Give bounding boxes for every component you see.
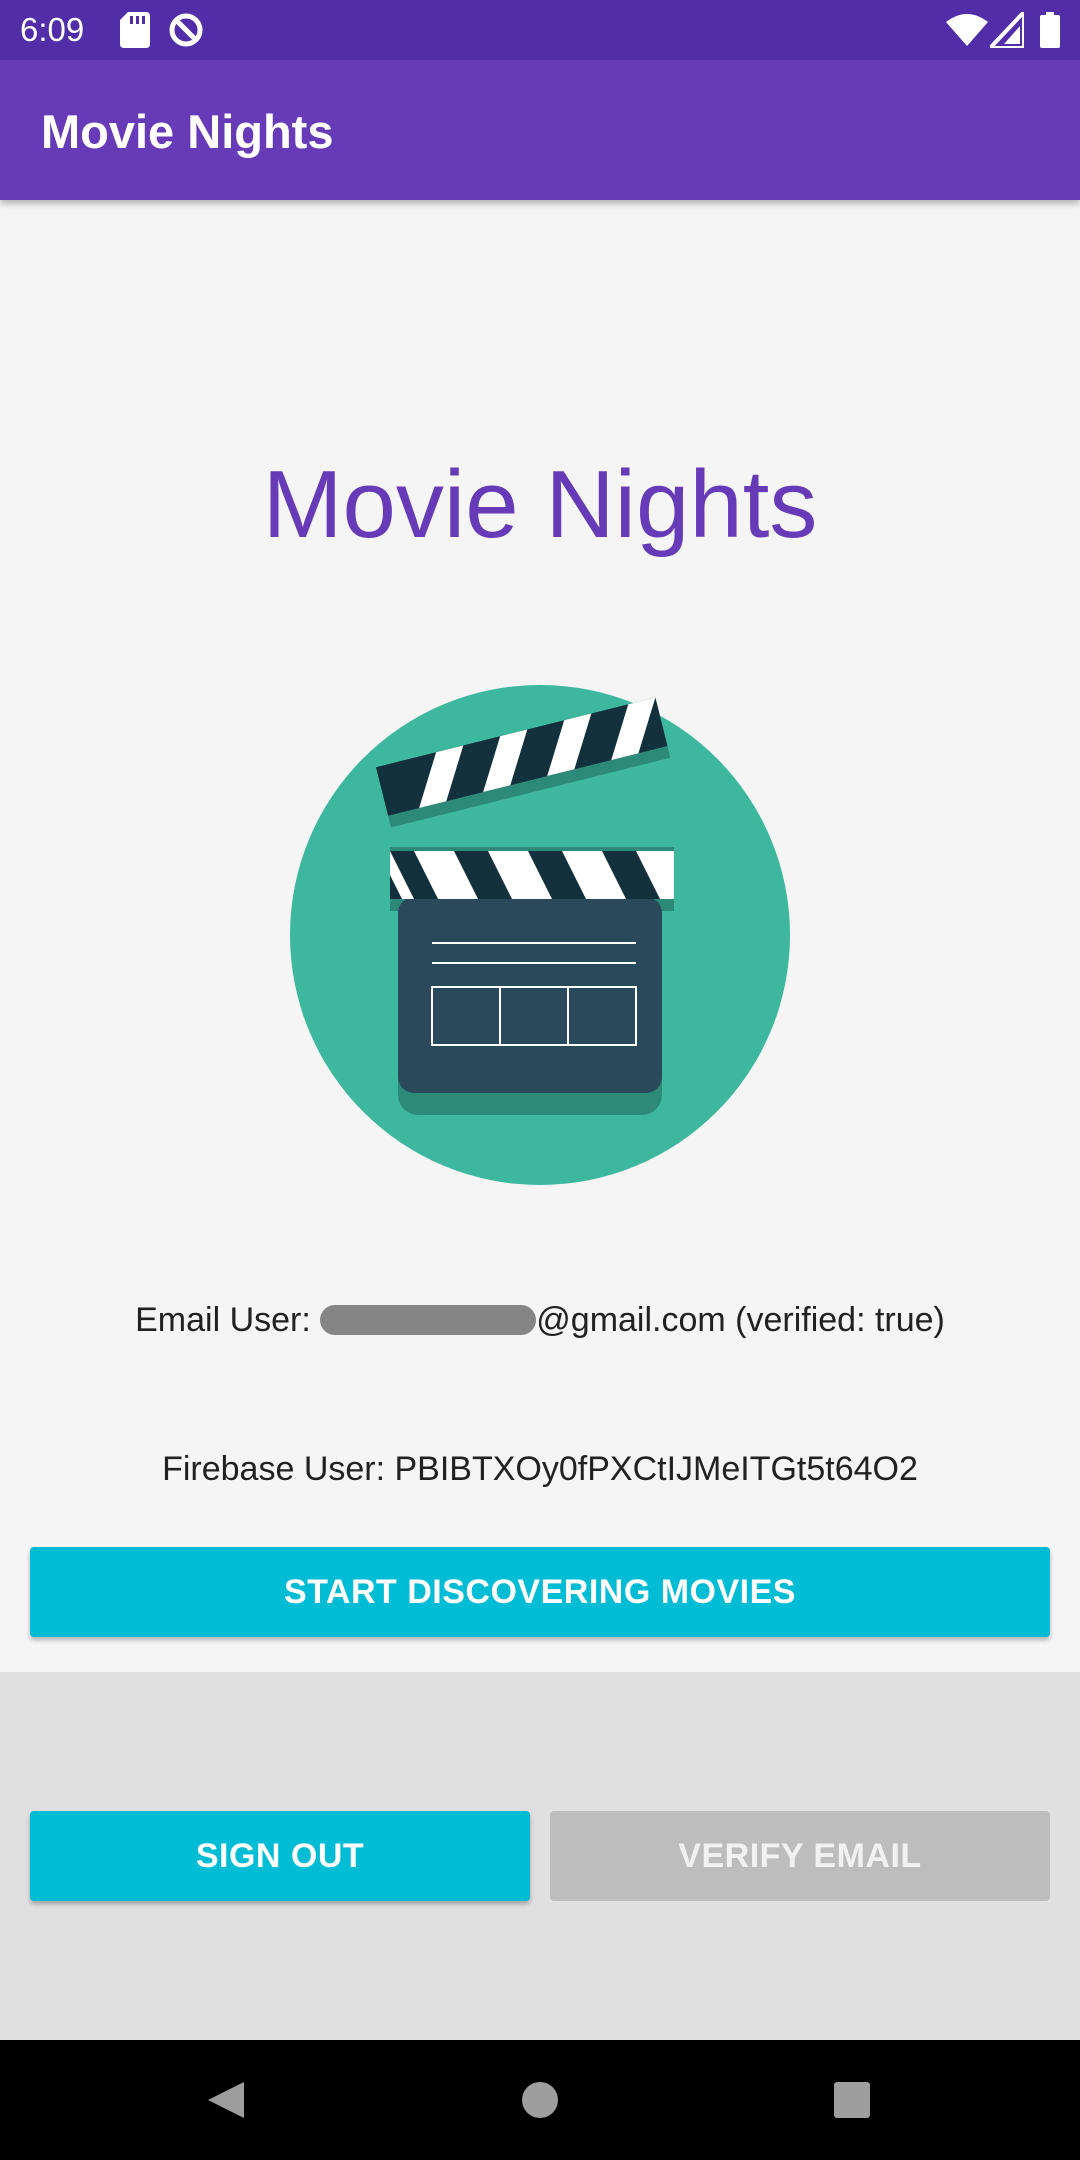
page-title: Movie Nights [262,451,818,558]
verify-email-button[interactable]: VERIFY EMAIL [550,1811,1050,1901]
email-user-text: Email User: @gmail.com (verified: true) [0,1298,1080,1342]
sign-out-button[interactable]: SIGN OUT [30,1811,530,1901]
home-icon[interactable] [500,2060,580,2140]
app-bar-title: Movie Nights [41,105,334,158]
back-icon[interactable] [186,2060,266,2140]
navigation-bar [0,2040,1080,2160]
app-bar: Movie Nights [0,60,1080,200]
wifi-icon [946,12,988,53]
status-bar: 6:09 [0,0,1080,60]
email-user-label: Email User: [135,1301,311,1339]
main-content: Movie Nights Email User: @gmail.com (ver… [0,200,1080,1672]
signal-icon [985,6,1026,53]
sync-icon [168,12,204,53]
start-discovering-button[interactable]: START DISCOVERING MOVIES [30,1547,1050,1637]
sd-card-icon [120,12,150,53]
status-time: 6:09 [20,11,85,48]
battery-icon [1040,12,1060,53]
bottom-panel: SIGN OUT VERIFY EMAIL [0,1672,1080,2040]
firebase-user-text: Firebase User: PBIBTXOy0fPXCtIJMeITGt5t6… [162,1450,918,1488]
clapperboard-icon [290,685,790,1185]
redacted-email [320,1305,537,1335]
email-user-suffix: @gmail.com (verified: true) [536,1301,945,1339]
recents-icon[interactable] [812,2060,892,2140]
